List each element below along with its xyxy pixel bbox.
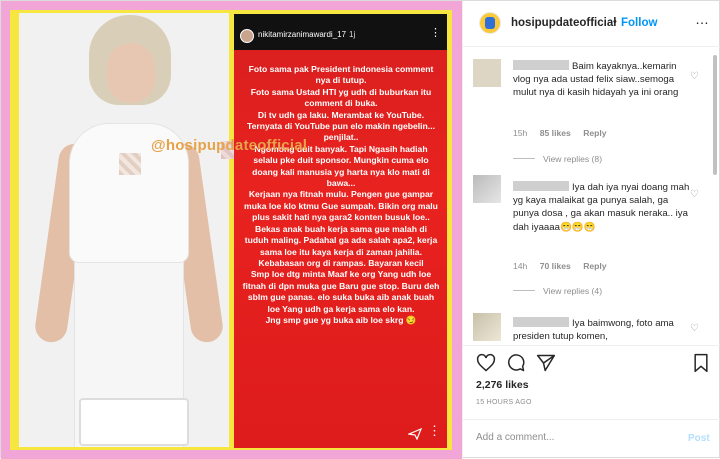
heart-icon[interactable]: ♡	[690, 71, 699, 82]
face	[107, 43, 155, 103]
post-details-panel: hosipupdateofficial • Follow … Baim kaya…	[462, 1, 720, 459]
pixelated-censor	[119, 153, 141, 175]
story-text: Foto sama pak President indonesia commen…	[242, 64, 440, 325]
instagram-post-window: nikitamirzanimawardi_17 1j ⋮ Foto sama p…	[0, 0, 720, 459]
separator-dot: •	[613, 16, 617, 28]
view-replies-button[interactable]: View replies (4)	[513, 286, 602, 296]
comment-time: 15h	[513, 128, 528, 138]
censored-username[interactable]	[513, 181, 569, 191]
avatar[interactable]	[479, 12, 501, 34]
view-replies-button[interactable]: View replies (8)	[513, 154, 602, 164]
story-time: 1j	[349, 30, 356, 39]
comment-likes[interactable]: 85 likes	[540, 128, 571, 138]
more-options-icon[interactable]: …	[695, 11, 710, 27]
comment-likes[interactable]: 70 likes	[540, 261, 571, 271]
more-icon: ⋮	[428, 423, 441, 438]
post-timestamp: 15 HOURS AGO	[476, 399, 532, 406]
comment-text: Iya baimwong, foto ama presiden tutup ko…	[513, 317, 693, 343]
person-photo	[19, 13, 229, 447]
post-media: nikitamirzanimawardi_17 1j ⋮ Foto sama p…	[1, 1, 462, 459]
likes-count[interactable]: 2,276 likes	[476, 379, 529, 391]
username[interactable]: hosipupdateofficial	[511, 17, 616, 29]
add-comment-bar: Post	[463, 419, 720, 459]
comment-text: Iya dah iya nyai doang mah yg kaya malai…	[513, 181, 693, 234]
post-header: hosipupdateofficial • Follow …	[463, 1, 720, 47]
watermark: @hosipupdateofficial	[151, 137, 308, 154]
handbag	[79, 398, 189, 446]
reply-button[interactable]: Reply	[583, 128, 606, 138]
comments-scrollbar[interactable]	[713, 55, 717, 175]
instagram-story-screenshot: nikitamirzanimawardi_17 1j ⋮ Foto sama p…	[234, 14, 447, 448]
heart-icon[interactable]: ♡	[690, 323, 699, 334]
comments-list[interactable]: Baim kayaknya..kemarin vlog nya ada usta…	[463, 47, 720, 345]
heart-icon[interactable]: ♡	[690, 189, 699, 200]
comment-input[interactable]	[476, 432, 676, 443]
censored-username[interactable]	[513, 317, 569, 327]
comment-meta: 15h 85 likes Reply	[513, 128, 617, 138]
post-button[interactable]: Post	[688, 433, 710, 444]
comment-icon[interactable]	[506, 353, 526, 373]
story-username: nikitamirzanimawardi_17	[258, 30, 347, 39]
comment-meta: 14h 70 likes Reply	[513, 261, 617, 271]
like-heart-icon[interactable]	[476, 353, 496, 373]
story-more-icon: ⋮	[430, 27, 441, 39]
commenter-avatar[interactable]	[473, 313, 501, 341]
send-icon	[408, 428, 422, 440]
censored-username[interactable]	[513, 60, 569, 70]
commenter-avatar[interactable]	[473, 59, 501, 87]
comment-time: 14h	[513, 261, 528, 271]
follow-button[interactable]: Follow	[621, 17, 657, 29]
reply-button[interactable]: Reply	[583, 261, 606, 271]
commenter-avatar[interactable]	[473, 175, 501, 203]
story-avatar	[240, 29, 254, 43]
save-bookmark-icon[interactable]	[691, 353, 711, 373]
action-bar	[463, 345, 720, 375]
share-icon[interactable]	[536, 353, 556, 373]
comment-text: Baim kayaknya..kemarin vlog nya ada usta…	[513, 60, 693, 100]
